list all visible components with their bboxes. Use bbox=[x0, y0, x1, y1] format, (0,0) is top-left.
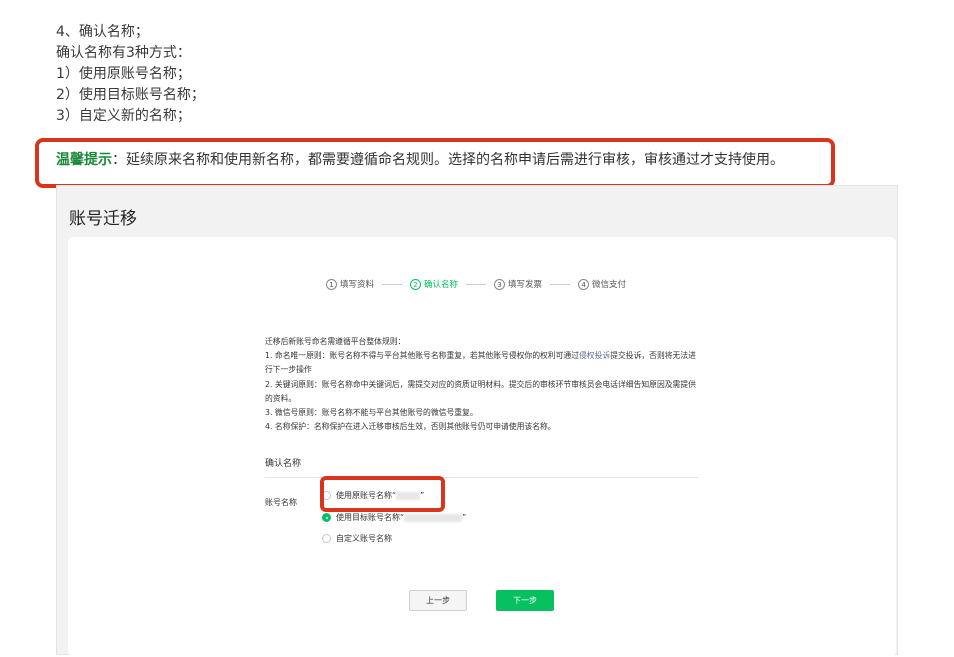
option-target-text: 使用目标账号名称“ bbox=[336, 513, 405, 522]
migration-card: 1 填写资料 2 确认名称 3 填写发票 4 微信支付 迁移后新账号命名需遵循平… bbox=[68, 237, 896, 657]
step-1-number: 1 bbox=[326, 278, 337, 290]
step-3-label: 填写发票 bbox=[508, 280, 543, 290]
option-custom-name[interactable]: 自定义账号名称 bbox=[322, 533, 392, 544]
rule-1: 1. 命名唯一原则：账号名称不得与平台其他账号名称重复，若其他账号侵权你的权利可… bbox=[265, 349, 701, 377]
rule-4: 4. 名称保护：名称保护在进入迁移审核后生效，否则其他账号仍可申请使用该名称。 bbox=[265, 422, 556, 432]
infringement-complaint-link[interactable]: 侵权投诉 bbox=[579, 351, 610, 360]
step-separator bbox=[382, 283, 403, 285]
doc-line-methods: 确认名称有3种方式： bbox=[56, 45, 191, 61]
option-target-label: 使用目标账号名称“ ” bbox=[336, 512, 466, 523]
option-target-suffix: ” bbox=[462, 513, 467, 522]
prev-step-button[interactable]: 上一步 bbox=[409, 590, 467, 611]
doc-line-method-2: 2）使用目标账号名称； bbox=[56, 87, 205, 103]
radio-target-name[interactable] bbox=[322, 513, 331, 522]
doc-line-method-1: 1）使用原账号名称； bbox=[56, 66, 191, 82]
radio-custom-name[interactable] bbox=[322, 534, 331, 543]
stepper: 1 填写资料 2 确认名称 3 填写发票 4 微信支付 bbox=[326, 277, 626, 291]
next-step-button[interactable]: 下一步 bbox=[496, 590, 554, 611]
step-3-number: 3 bbox=[494, 278, 506, 290]
step-4-number: 4 bbox=[578, 278, 590, 290]
step-2-number: 2 bbox=[410, 278, 422, 290]
option-highlight-box bbox=[320, 476, 445, 512]
naming-rules: 迁移后新账号命名需遵循平台整体规则： 1. 命名唯一原则：账号名称不得与平台其他… bbox=[265, 335, 701, 434]
doc-line-step4: 4、确认名称； bbox=[56, 24, 149, 40]
rule-1-text: 1. 命名唯一原则：账号名称不得与平台其他账号名称重复，若其他账号侵权你的权利可… bbox=[265, 351, 579, 361]
confirm-name-heading: 确认名称 bbox=[265, 459, 302, 469]
option-custom-label: 自定义账号名称 bbox=[336, 534, 392, 543]
rule-2: 2. 关键词原则：账号名称命中关键词后，需提交对应的资质证明材料。提交后的审核环… bbox=[265, 379, 696, 403]
rule-3: 3. 微信号原则：账号名称不能与平台其他账号的微信号重复。 bbox=[265, 408, 478, 418]
step-2-label: 确认名称 bbox=[424, 280, 459, 290]
step-separator bbox=[466, 283, 487, 285]
step-1-label: 填写资料 bbox=[340, 280, 375, 290]
step-3: 3 填写发票 bbox=[494, 278, 542, 290]
option-target-name[interactable]: 使用目标账号名称“ ” bbox=[322, 512, 466, 523]
doc-line-method-3: 3）自定义新的名称； bbox=[56, 108, 191, 124]
redacted-name bbox=[404, 513, 463, 522]
step-2: 2 确认名称 bbox=[410, 278, 458, 290]
rules-heading: 迁移后新账号命名需遵循平台整体规则： bbox=[265, 337, 406, 346]
tip-highlight-box bbox=[35, 138, 835, 188]
account-name-label: 账号名称 bbox=[265, 498, 297, 507]
migration-screenshot: 账号迁移 1 填写资料 2 确认名称 3 填写发票 4 微信支付 迁移后新账号命… bbox=[56, 185, 898, 657]
step-4-label: 微信支付 bbox=[592, 280, 627, 290]
step-4: 4 微信支付 bbox=[578, 278, 626, 290]
step-1: 1 填写资料 bbox=[326, 278, 374, 290]
step-separator bbox=[550, 283, 571, 285]
page-title: 账号迁移 bbox=[69, 209, 137, 229]
